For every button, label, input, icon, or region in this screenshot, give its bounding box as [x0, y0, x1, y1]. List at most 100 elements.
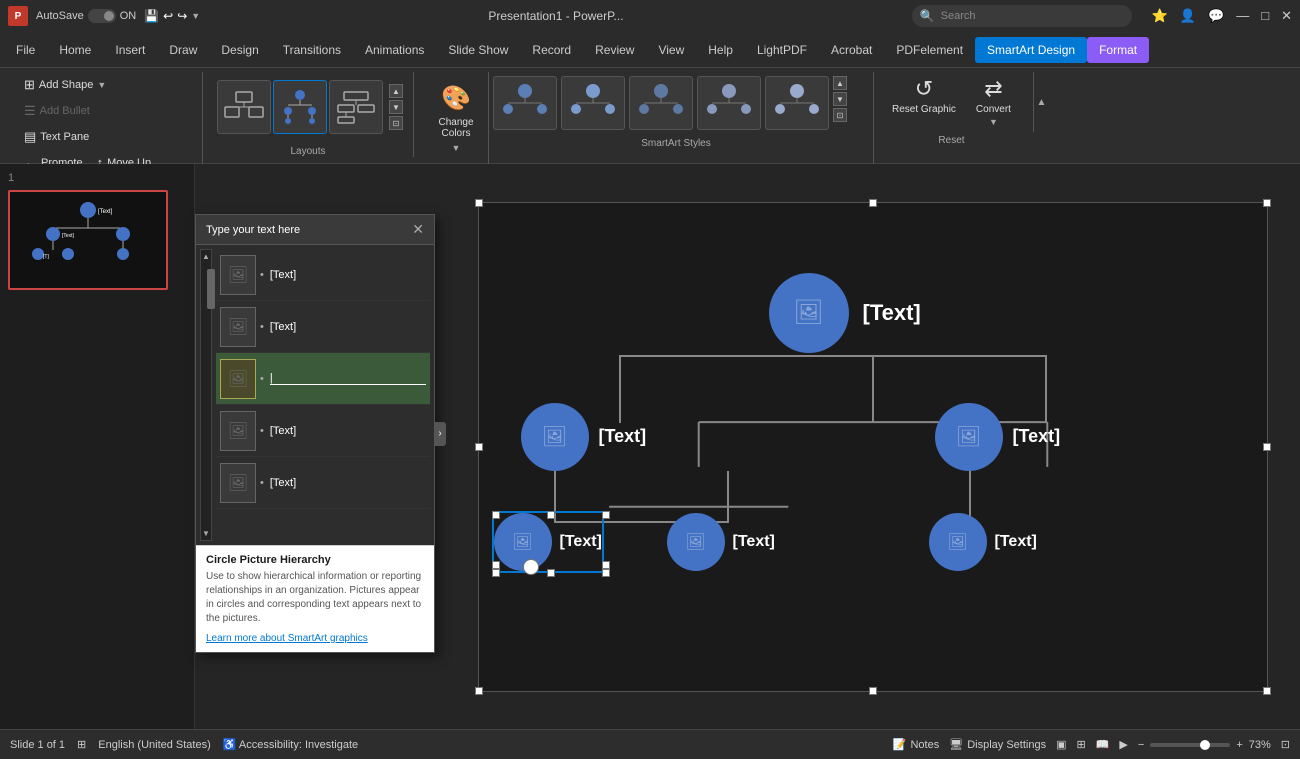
redo-button[interactable]: ↪: [177, 9, 187, 23]
style-thumb-2[interactable]: [561, 76, 625, 130]
sel-br[interactable]: [602, 569, 610, 577]
menu-draw[interactable]: Draw: [157, 37, 209, 63]
slide-sorter-icon[interactable]: ⊞: [1076, 738, 1085, 751]
menu-file[interactable]: File: [4, 37, 47, 63]
tooltip-link[interactable]: Learn more about SmartArt graphics: [206, 633, 368, 644]
menu-lightpdf[interactable]: LightPDF: [745, 37, 819, 63]
style-thumb-3[interactable]: [629, 76, 693, 130]
style-thumb-4[interactable]: [697, 76, 761, 130]
menu-help[interactable]: Help: [696, 37, 745, 63]
text-pane-close-button[interactable]: ✕: [412, 221, 424, 238]
styles-scroll-expand[interactable]: ⊡: [833, 108, 847, 122]
change-colors-dropdown[interactable]: ▼: [452, 143, 461, 153]
sel-bl[interactable]: [492, 569, 500, 577]
maximize-button[interactable]: □: [1261, 8, 1269, 24]
text-pane-button[interactable]: ▤ Text Pane: [18, 126, 95, 148]
ribbon-collapse-button[interactable]: ▲: [1033, 72, 1049, 132]
sel-tm[interactable]: [547, 511, 555, 519]
node-bot-left[interactable]: 🖼 [Text]: [494, 513, 602, 571]
node-bot-right[interactable]: 🖼 [Text]: [929, 513, 1037, 571]
style-thumb-5[interactable]: [765, 76, 829, 130]
menu-record[interactable]: Record: [520, 37, 583, 63]
layout-scroll-down[interactable]: ▼: [389, 100, 403, 114]
sel-tr[interactable]: [602, 511, 610, 519]
circle-mid-right[interactable]: 🖼: [935, 403, 1003, 471]
circle-mid-left[interactable]: 🖼: [521, 403, 589, 471]
layout-thumb-3[interactable]: [329, 80, 383, 134]
sel-bm[interactable]: [547, 569, 555, 577]
circle-bot-right[interactable]: 🖼: [929, 513, 987, 571]
sel-tl[interactable]: [492, 511, 500, 519]
style-thumb-1[interactable]: [493, 76, 557, 130]
text-pane-scrollbar[interactable]: ▲ ▼: [200, 249, 212, 541]
autosave-toggle[interactable]: [88, 9, 116, 23]
node-bot-mid[interactable]: 🖼 [Text]: [667, 513, 775, 571]
menu-design[interactable]: Design: [209, 37, 270, 63]
layout-thumb-1[interactable]: [217, 80, 271, 134]
menu-pdfelement[interactable]: PDFelement: [884, 37, 975, 63]
menu-home[interactable]: Home: [47, 37, 103, 63]
node-mid-right[interactable]: 🖼 [Text]: [935, 403, 1061, 471]
menu-acrobat[interactable]: Acrobat: [819, 37, 884, 63]
undo-button[interactable]: ↩: [163, 9, 173, 23]
text-pane-row-3[interactable]: 🖼 • |: [216, 353, 430, 405]
more-undo-icon[interactable]: ▼: [191, 11, 200, 21]
zoom-in-button[interactable]: +: [1236, 739, 1242, 751]
fit-to-window-button[interactable]: ⊡: [1281, 738, 1290, 751]
slide-thumbnail-1[interactable]: [Text] [Text] [T]: [8, 190, 168, 290]
minimize-button[interactable]: —: [1236, 8, 1249, 24]
zoom-out-button[interactable]: −: [1138, 739, 1144, 751]
display-settings-button[interactable]: 🖥 Display Settings: [949, 738, 1046, 751]
change-colors-button[interactable]: 🎨 Change Colors ▼: [430, 80, 482, 157]
save-button[interactable]: 💾: [144, 9, 159, 23]
text-pane-row-4[interactable]: 🖼 • [Text]: [216, 405, 430, 457]
sel-ml[interactable]: [492, 561, 500, 569]
notes-button[interactable]: 📝 Notes: [893, 738, 939, 751]
layout-scroll-up[interactable]: ▲: [389, 84, 403, 98]
text-pane-row-1[interactable]: 🖼 • [Text]: [216, 249, 430, 301]
styles-scroll-up[interactable]: ▲: [833, 76, 847, 90]
share-icon[interactable]: 👤: [1180, 8, 1196, 24]
comment-icon[interactable]: 💬: [1208, 8, 1224, 24]
circle-bot-left[interactable]: 🖼: [494, 513, 552, 571]
text-pane-input-5[interactable]: [Text]: [270, 477, 426, 489]
close-button[interactable]: ✕: [1281, 8, 1292, 24]
sel-mr[interactable]: [602, 561, 610, 569]
slide-canvas[interactable]: 🖼 [Text] 🖼 [Text] 🖼 [: [478, 202, 1268, 692]
text-pane-input-3[interactable]: |: [270, 372, 426, 385]
menu-transitions[interactable]: Transitions: [271, 37, 353, 63]
menu-format[interactable]: Format: [1087, 37, 1149, 63]
zoom-slider[interactable]: [1150, 743, 1230, 747]
add-shape-button[interactable]: ⊞ Add Shape ▼: [18, 74, 112, 96]
text-pane-row-2[interactable]: 🖼 • [Text]: [216, 301, 430, 353]
text-pane-scroll-up[interactable]: ▲: [200, 250, 212, 263]
node-mid-left[interactable]: 🖼 [Text]: [521, 403, 647, 471]
circle-bot-mid[interactable]: 🖼: [667, 513, 725, 571]
normal-view-icon[interactable]: ▣: [1056, 738, 1066, 751]
rotate-handle[interactable]: ↻: [523, 559, 539, 575]
node-top[interactable]: 🖼 [Text]: [769, 273, 921, 353]
menu-slideshow[interactable]: Slide Show: [436, 37, 520, 63]
menu-smartart[interactable]: SmartArt Design: [975, 37, 1087, 63]
reading-view-icon[interactable]: 📖: [1096, 738, 1110, 751]
layout-scroll-expand[interactable]: ⊡: [389, 116, 403, 130]
text-pane-input-4[interactable]: [Text]: [270, 425, 426, 437]
add-bullet-button[interactable]: ☰ Add Bullet: [18, 100, 96, 122]
menu-animations[interactable]: Animations: [353, 37, 436, 63]
add-shape-dropdown[interactable]: ▼: [97, 80, 106, 90]
convert-dropdown[interactable]: ▼: [989, 117, 998, 127]
accessibility-indicator[interactable]: ♿ Accessibility: Investigate: [223, 738, 358, 751]
styles-scroll-down[interactable]: ▼: [833, 92, 847, 106]
menu-review[interactable]: Review: [583, 37, 646, 63]
text-pane-scroll-down[interactable]: ▼: [200, 527, 212, 540]
convert-button[interactable]: ⇄ Convert ▼: [968, 72, 1019, 131]
text-pane-input-1[interactable]: [Text]: [270, 269, 426, 281]
reset-graphic-button[interactable]: ↺ Reset Graphic: [884, 72, 964, 131]
menu-view[interactable]: View: [646, 37, 696, 63]
menu-insert[interactable]: Insert: [103, 37, 157, 63]
text-pane-row-5[interactable]: 🖼 • [Text]: [216, 457, 430, 509]
circle-top[interactable]: 🖼: [769, 273, 849, 353]
slideshow-icon[interactable]: ▶: [1119, 738, 1127, 751]
layout-thumb-2[interactable]: [273, 80, 327, 134]
search-bar[interactable]: 🔍 Search: [912, 5, 1132, 27]
